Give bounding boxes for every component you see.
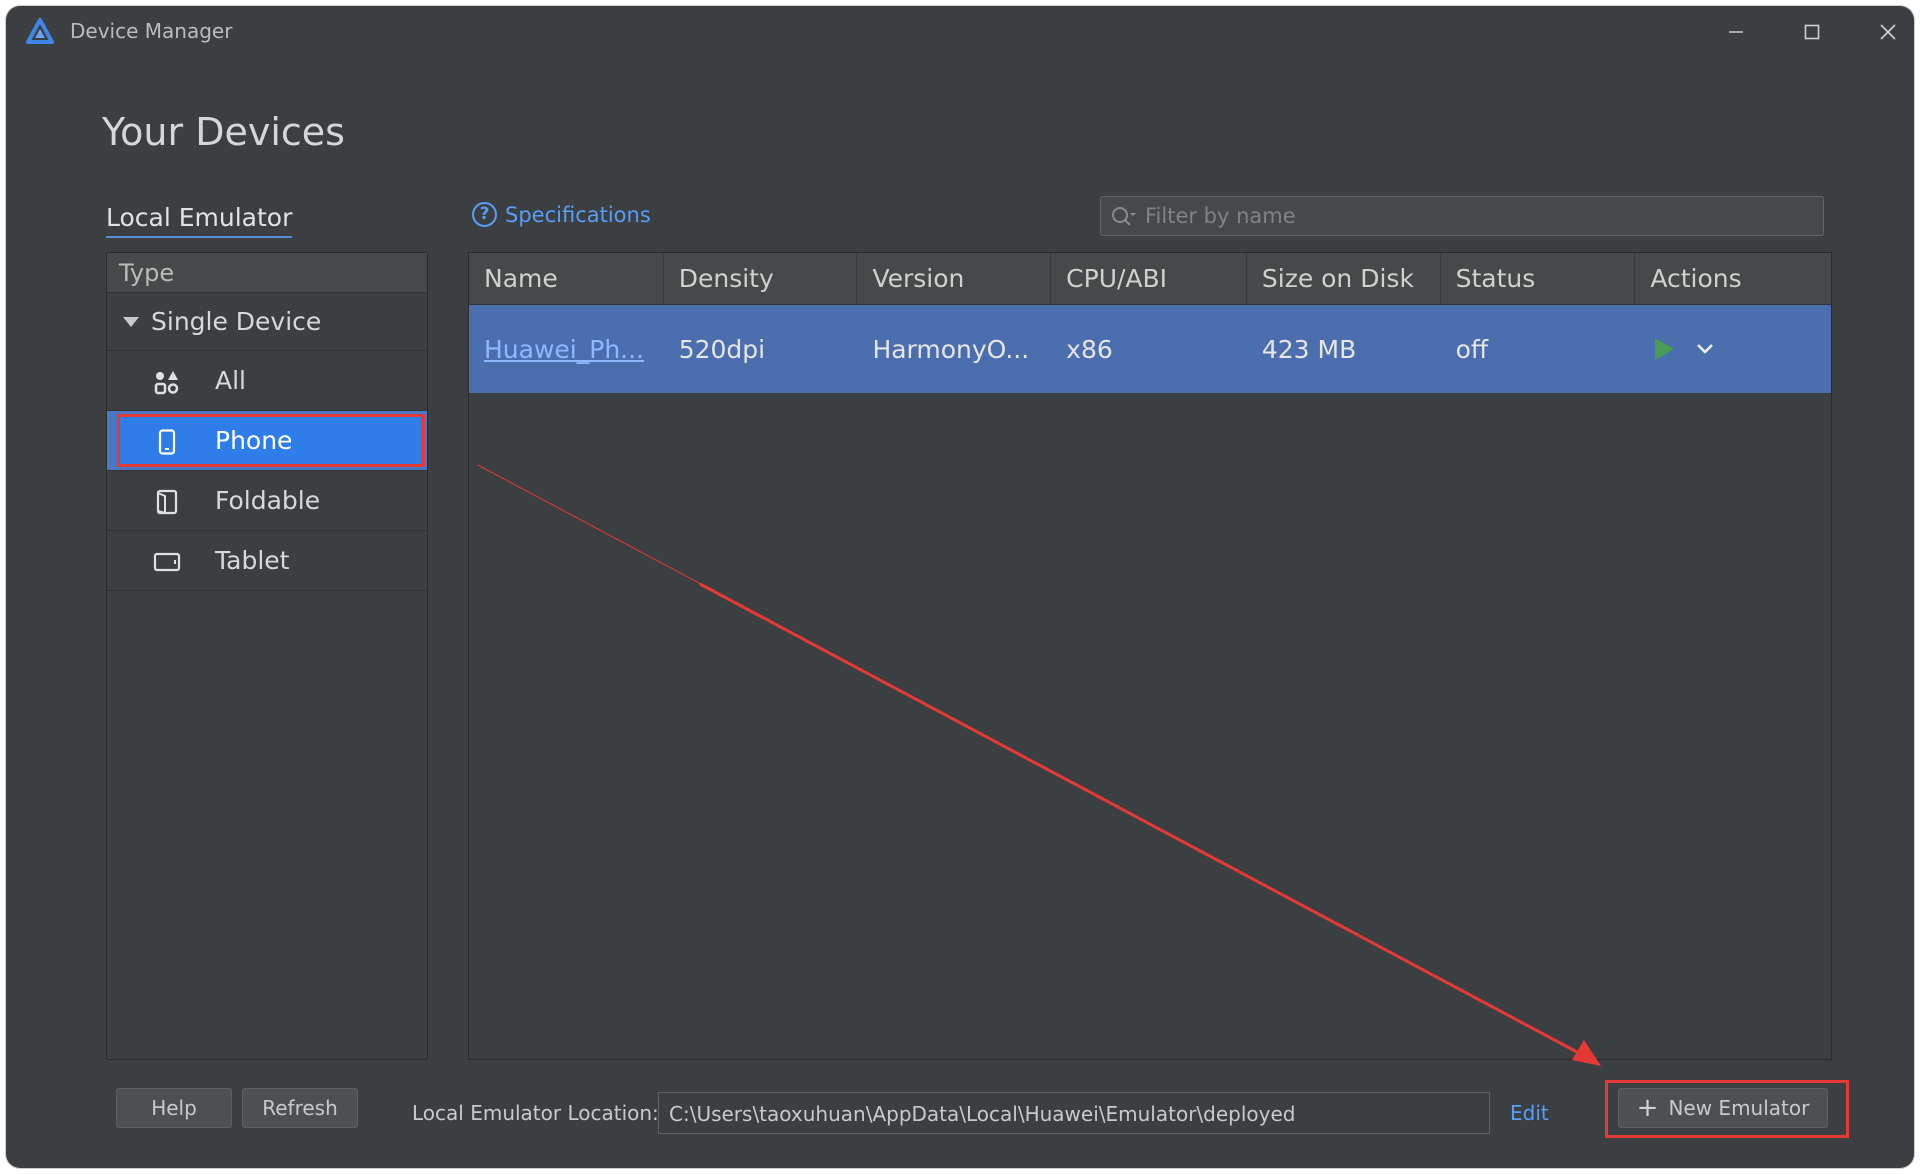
maximize-button[interactable]	[1794, 14, 1830, 50]
specifications-label: Specifications	[505, 202, 651, 227]
device-type-panel: Type Single Device All Phone Foldable Ta…	[106, 252, 428, 1060]
grid-icon	[153, 368, 181, 396]
close-button[interactable]	[1870, 14, 1906, 50]
help-circle-icon: ?	[472, 202, 497, 227]
foldable-icon	[153, 488, 181, 516]
device-table: Name Density Version CPU/ABI Size on Dis…	[468, 252, 1832, 1060]
table-row[interactable]: Huawei_Ph... 520dpi HarmonyO... x86 423 …	[469, 305, 1831, 393]
column-header-name[interactable]: Name	[469, 253, 664, 304]
new-emulator-label: New Emulator	[1668, 1096, 1810, 1120]
minimize-button[interactable]	[1718, 14, 1754, 50]
title-bar: Device Manager	[6, 6, 1914, 56]
refresh-button[interactable]: Refresh	[242, 1088, 358, 1128]
phone-icon	[153, 428, 181, 456]
play-icon[interactable]	[1653, 337, 1675, 361]
page-title: Your Devices	[102, 110, 345, 154]
column-header-size-on-disk[interactable]: Size on Disk	[1247, 253, 1441, 304]
device-version: HarmonyO...	[872, 334, 1030, 364]
edit-location-link[interactable]: Edit	[1510, 1101, 1549, 1125]
emulator-location-field[interactable]: C:\Users\taoxuhuan\AppData\Local\Huawei\…	[658, 1092, 1490, 1134]
device-size-on-disk: 423 MB	[1261, 334, 1357, 364]
type-header: Type	[107, 253, 427, 293]
maximize-icon	[1804, 24, 1820, 40]
type-item-all[interactable]: All	[107, 351, 427, 411]
column-header-cpu-abi[interactable]: CPU/ABI	[1051, 253, 1247, 304]
type-item-phone[interactable]: Phone	[107, 411, 427, 471]
type-item-label: Tablet	[215, 546, 290, 575]
device-cpu-abi: x86	[1066, 334, 1113, 364]
tab-local-emulator[interactable]: Local Emulator	[106, 203, 293, 238]
column-header-status[interactable]: Status	[1441, 253, 1636, 304]
column-header-version[interactable]: Version	[857, 253, 1052, 304]
tablet-icon	[153, 548, 181, 576]
close-icon	[1880, 24, 1896, 40]
device-actions	[1635, 337, 1831, 361]
device-status: off	[1455, 334, 1489, 364]
app-logo-icon	[26, 18, 54, 44]
column-header-actions: Actions	[1650, 264, 1742, 293]
chevron-down-icon[interactable]	[1695, 342, 1715, 356]
type-item-tablet[interactable]: Tablet	[107, 531, 427, 591]
caret-down-icon	[123, 316, 139, 327]
window-title: Device Manager	[70, 19, 233, 43]
device-density: 520dpi	[678, 334, 766, 364]
minimize-icon	[1729, 31, 1743, 33]
device-manager-window: Device Manager Your Devices Local Emulat…	[6, 6, 1914, 1168]
type-item-label: Phone	[215, 426, 293, 455]
search-icon	[1112, 207, 1136, 226]
table-header: Name Density Version CPU/ABI Size on Dis…	[469, 253, 1831, 305]
column-header-density[interactable]: Density	[664, 253, 858, 304]
help-button[interactable]: Help	[116, 1088, 232, 1128]
plus-icon: +	[1636, 1093, 1659, 1123]
group-label: Single Device	[151, 307, 322, 336]
device-name-link[interactable]: Huawei_Ph...	[469, 335, 664, 364]
single-device-group[interactable]: Single Device	[107, 293, 427, 351]
specifications-link[interactable]: ? Specifications	[472, 202, 651, 227]
type-item-foldable[interactable]: Foldable	[107, 471, 427, 531]
type-item-label: All	[215, 366, 246, 395]
emulator-location-label: Local Emulator Location:	[412, 1101, 659, 1125]
new-emulator-button[interactable]: + New Emulator	[1618, 1088, 1828, 1128]
type-item-label: Foldable	[215, 486, 321, 515]
filter-box	[1100, 196, 1824, 236]
filter-input[interactable]	[1145, 201, 1805, 231]
